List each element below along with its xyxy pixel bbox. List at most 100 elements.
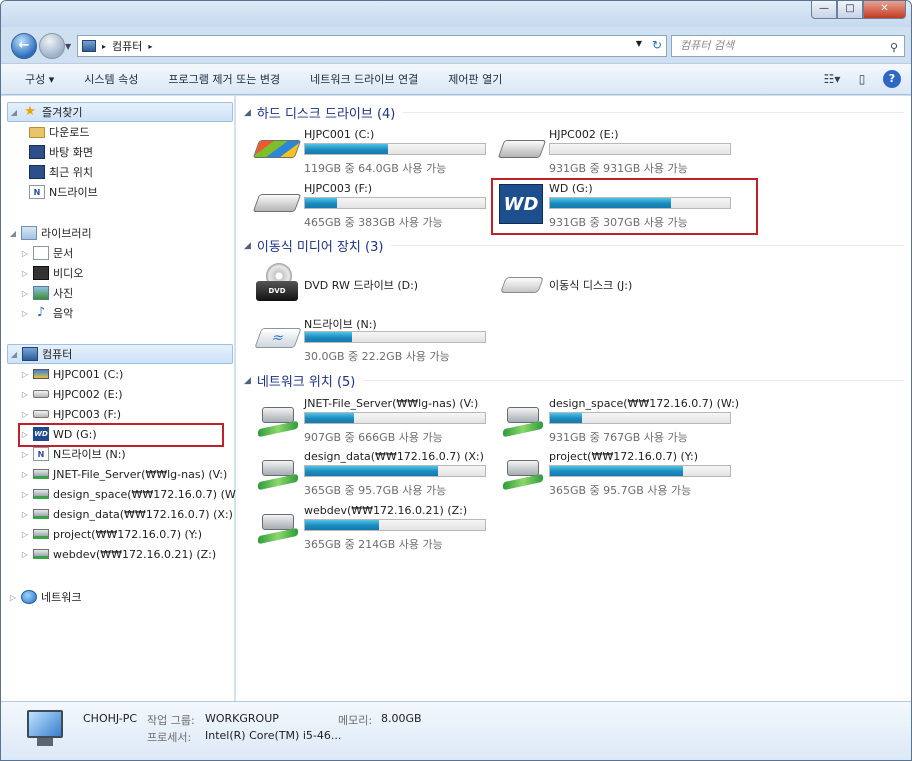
search-input[interactable]: 컴퓨터 검색 ⚲ [671,35,905,57]
nav-drive-y[interactable]: ▷ project(₩₩172.16.0.7) (Y:) [19,524,245,544]
preview-pane-icon[interactable]: ▯ [853,70,871,88]
expand-arrow-icon[interactable]: ▷ [19,550,31,559]
drive-tile-w[interactable]: design_space(₩₩172.16.0.7) (W:) 931GB 중 … [499,397,739,453]
collapse-arrow-icon[interactable]: ◢ [244,376,251,386]
monitor-screen [27,710,63,738]
drive-tile-j[interactable]: 이동식 디스크 (J:) [499,263,739,309]
view-options-icon[interactable]: ☷▾ [823,70,841,88]
nav-item-label: 사진 [53,287,74,300]
monitor-stand [37,738,53,746]
drive-tile-f[interactable]: HJPC003 (F:) 465GB 중 383GB 사용 가능 [252,182,494,238]
breadcrumb-root-arrow[interactable]: ▸ [102,42,106,51]
nav-item-downloads[interactable]: 다운로드 [27,122,253,142]
minimize-button[interactable]: — [811,1,837,19]
drive-usage-fill [550,413,583,423]
hard-drive-icon [33,390,49,398]
expand-arrow-icon[interactable]: ▷ [19,289,31,298]
system-drive-icon [252,140,302,158]
expand-arrow-icon[interactable]: ▷ [19,530,31,539]
collapse-arrow-icon[interactable]: ◢ [8,108,20,117]
expand-arrow-icon[interactable]: ▷ [19,470,31,479]
collapse-arrow-icon[interactable]: ◢ [244,241,251,251]
address-bar[interactable]: ▸ 컴퓨터 ▸ ▼ ↻ [77,35,667,57]
workgroup-label: 작업 그룹: [147,714,195,727]
expand-arrow-icon[interactable]: ▷ [19,390,31,399]
refresh-icon[interactable]: ↻ [652,38,662,52]
drive-usage-bar [304,331,486,343]
nav-item-documents[interactable]: ▷ 문서 [19,243,245,263]
nav-item-ndrive-favorite[interactable]: N N드라이브 [27,182,253,202]
drive-tile-e[interactable]: HJPC002 (E:) 931GB 중 931GB 사용 가능 [497,128,739,184]
drive-usage-fill [550,466,684,476]
computer-icon [82,40,96,52]
drive-name: N드라이브 (N:) [304,318,377,331]
nav-item-pictures[interactable]: ▷ 사진 [19,283,245,303]
expand-arrow-icon[interactable]: ▷ [19,510,31,519]
uninstall-program-button[interactable]: 프로그램 제거 또는 변경 [153,71,295,87]
expand-arrow-icon[interactable]: ▷ [19,249,31,258]
drive-usage-bar [549,143,731,155]
open-control-panel-button[interactable]: 제어판 열기 [433,71,517,87]
recent-pages-dropdown-icon[interactable]: ▼ [65,42,71,51]
nav-computer[interactable]: ◢ 컴퓨터 [7,344,233,364]
memory-value: 8.00GB [381,712,422,725]
nav-item-music[interactable]: ▷ ♪ 음악 [19,303,245,323]
collapse-arrow-icon[interactable]: ◢ [7,229,19,238]
expand-arrow-icon[interactable]: ▷ [19,309,31,318]
forward-button[interactable] [39,33,65,59]
expand-arrow-icon[interactable]: ▷ [19,450,31,459]
expand-arrow-icon[interactable]: ▷ [19,490,31,499]
system-properties-button[interactable]: 시스템 속성 [69,71,153,87]
drive-tile-d[interactable]: DVD DVD RW 드라이브 (D:) [254,263,494,309]
drive-tile-y[interactable]: project(₩₩172.16.0.7) (Y:) 365GB 중 95.7G… [499,450,739,506]
nav-favorites[interactable]: ◢ ★ 즐겨찾기 [7,102,233,122]
organize-menu[interactable]: 구성 ▾ [1,71,69,87]
expand-arrow-icon[interactable]: ▷ [7,593,19,602]
search-icon[interactable]: ⚲ [890,38,898,58]
drive-tile-x[interactable]: design_data(₩₩172.16.0.7) (X:) 365GB 중 9… [254,450,494,506]
back-button[interactable]: ← [11,33,37,59]
nav-drive-z[interactable]: ▷ webdev(₩₩172.16.0.21) (Z:) [19,544,245,564]
nav-item-videos[interactable]: ▷ 비디오 [19,263,245,283]
highlight-box-wd-drive [491,178,758,235]
nav-item-label: N드라이브 (N:) [53,448,126,461]
close-button[interactable]: ✕ [863,1,906,19]
drive-name: 이동식 디스크 (J:) [549,279,633,292]
drive-tile-v[interactable]: JNET-File_Server(₩₩lg-nas) (V:) 907GB 중 … [254,397,494,453]
help-icon[interactable]: ? [883,70,901,88]
maximize-button[interactable]: □ [837,1,863,19]
network-section-header[interactable]: ◢ 네트워크 위치 (5) [244,371,904,390]
nav-drive-f[interactable]: ▷ HJPC003 (F:) [19,404,245,424]
collapse-arrow-icon[interactable]: ◢ [8,350,20,359]
nav-item-label: 바탕 화면 [49,146,93,159]
map-network-drive-button[interactable]: 네트워크 드라이브 연결 [295,71,433,87]
nav-libraries[interactable]: ◢ 라이브러리 [7,223,233,243]
nav-drive-e[interactable]: ▷ HJPC002 (E:) [19,384,245,404]
nav-item-recent-places[interactable]: 최근 위치 [27,162,253,182]
expand-arrow-icon[interactable]: ▷ [19,370,31,379]
nav-network[interactable]: ▷ 네트워크 [7,587,233,607]
address-dropdown-icon[interactable]: ▼ [636,39,642,48]
nav-drive-c[interactable]: ▷ HJPC001 (C:) [19,364,245,384]
drive-tile-c[interactable]: HJPC001 (C:) 119GB 중 64.0GB 사용 가능 [252,128,494,184]
drive-name: design_data(₩₩172.16.0.7) (X:) [304,450,484,463]
expand-arrow-icon[interactable]: ▷ [19,269,31,278]
collapse-arrow-icon[interactable]: ◢ [244,108,251,118]
nav-item-desktop[interactable]: 바탕 화면 [27,142,253,162]
drive-tile-n[interactable]: ≈ N드라이브 (N:) 30.0GB 중 22.2GB 사용 가능 [254,316,494,372]
hard-drive-icon [252,194,302,212]
nav-drive-w[interactable]: ▷ design_space(₩₩172.16.0.7) (W:) [19,484,245,504]
hdd-section-header[interactable]: ◢ 하드 디스크 드라이브 (4) [244,103,904,122]
drive-tile-z[interactable]: webdev(₩₩172.16.0.21) (Z:) 365GB 중 214GB… [254,504,494,560]
pictures-icon [33,286,49,300]
nav-drive-n[interactable]: ▷ N N드라이브 (N:) [19,444,245,464]
removable-section-header[interactable]: ◢ 이동식 미디어 장치 (3) [244,236,904,255]
drive-body [262,460,294,476]
expand-arrow-icon[interactable]: ▷ [19,410,31,419]
pc-name: CHOHJ-PC [83,712,138,725]
breadcrumb-computer[interactable]: 컴퓨터 [112,38,142,54]
nav-drive-x[interactable]: ▷ design_data(₩₩172.16.0.7) (X:) [19,504,245,524]
nav-drive-v[interactable]: ▷ JNET-File_Server(₩₩lg-nas) (V:) [19,464,245,484]
network-globe-icon [21,590,37,604]
breadcrumb-arrow[interactable]: ▸ [148,42,152,51]
